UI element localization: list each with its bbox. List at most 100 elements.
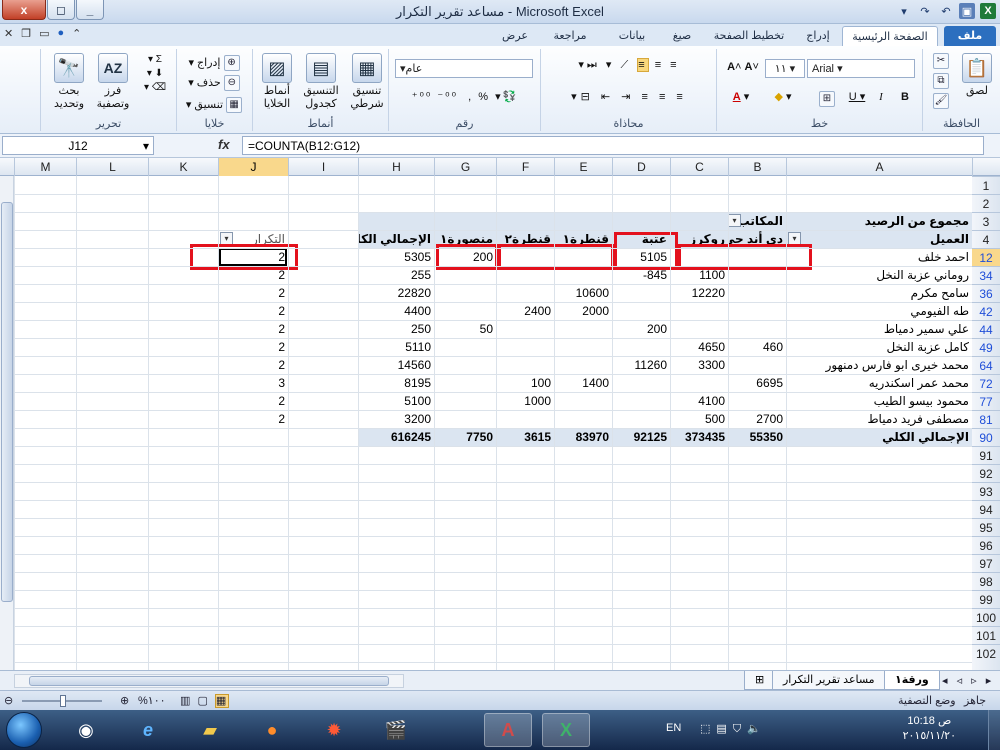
pivot-value[interactable] — [496, 320, 554, 338]
column-header-g[interactable]: G — [434, 158, 496, 176]
pivot-value[interactable] — [496, 338, 554, 356]
italic-button[interactable]: I — [871, 91, 891, 104]
pivot-value[interactable] — [496, 410, 554, 428]
clock[interactable]: 10:18 ص ٢٠١٥/١١/٢٠ — [903, 714, 956, 744]
pivot-value[interactable]: 100 — [496, 374, 554, 392]
pivot-value[interactable]: 14560 — [358, 356, 434, 374]
close-workbook-icon[interactable]: ✕ — [4, 27, 13, 40]
row-header-4[interactable]: 4 — [972, 230, 1000, 248]
pivot-value[interactable] — [554, 320, 612, 338]
repeat-count[interactable]: 2 — [218, 392, 288, 410]
pivot-value[interactable]: 5100 — [358, 392, 434, 410]
pivot-value[interactable] — [728, 392, 786, 410]
name-box[interactable]: J12 ▾ — [2, 136, 154, 155]
start-button[interactable] — [6, 712, 42, 748]
worksheet-grid[interactable]: ABCDEFGHIJKLM 1 2 3 4 12 34 36 42 44 49 64 72 77 81 90… — [0, 158, 1000, 670]
row-header-95[interactable]: 95 — [972, 518, 1000, 536]
insert-function-icon[interactable]: fx — [218, 137, 230, 152]
pivot-value[interactable] — [728, 284, 786, 302]
row-header-81[interactable]: 81 — [972, 410, 1000, 428]
pivot-value[interactable]: 255 — [358, 266, 434, 284]
pivot-value[interactable]: 2000 — [554, 302, 612, 320]
pivot-total-value[interactable]: 3615 — [496, 428, 554, 446]
video-taskbar-button[interactable]: 🎬 — [372, 713, 420, 747]
row-header-102[interactable]: 102 — [972, 644, 1000, 662]
pivot-value[interactable]: 1400 — [554, 374, 612, 392]
pivot-row-name[interactable]: محمد عمر اسكندريه — [786, 374, 972, 392]
zoom-in-button[interactable]: ⊕ — [120, 694, 129, 707]
pivot-value[interactable]: 5110 — [358, 338, 434, 356]
pivot-value[interactable] — [496, 356, 554, 374]
horizontal-align-buttons[interactable]: ▾⊟ ⇤ ⇥ ≡ ≡ ≡ — [549, 91, 709, 104]
tab-data[interactable]: بيانات — [604, 26, 660, 46]
pivot-value[interactable]: 4100 — [670, 392, 728, 410]
repeat-count[interactable]: 2 — [218, 284, 288, 302]
pivot-value[interactable]: 22820 — [358, 284, 434, 302]
columns-filter-dropdown[interactable]: ▾ — [728, 214, 741, 227]
format-as-table-button[interactable]: ▤ التنسيق كجدول — [299, 53, 343, 111]
borders-button[interactable]: ⊞ — [813, 91, 841, 107]
sort-filter-button[interactable]: AZ فرز وتصفية — [91, 53, 135, 111]
zoom-level[interactable]: %١٠٠ — [138, 694, 166, 707]
vertical-scrollbar[interactable] — [0, 176, 14, 670]
pivot-value[interactable] — [554, 356, 612, 374]
pivot-value[interactable]: 2700 — [728, 410, 786, 428]
row-header-99[interactable]: 99 — [972, 590, 1000, 608]
column-header-m[interactable]: M — [14, 158, 76, 176]
zoom-out-button[interactable]: ⊖ — [4, 694, 13, 707]
pivot-value[interactable]: 460 — [728, 338, 786, 356]
show-desktop-button[interactable] — [988, 710, 1000, 750]
paste-button[interactable]: 📋 لصق — [957, 53, 997, 98]
tab-formulas[interactable]: صيغ — [664, 26, 700, 46]
row-header-100[interactable]: 100 — [972, 608, 1000, 626]
formula-input[interactable]: =COUNTA(B12:G12) — [242, 136, 984, 155]
find-select-button[interactable]: 🔭 بحث وتحديد — [47, 53, 91, 111]
redo-icon[interactable]: ↷ — [917, 3, 933, 19]
pivot-value[interactable] — [728, 302, 786, 320]
format-cells-button[interactable]: ▾ تنسيق ▦ — [179, 97, 249, 113]
pivot-total-value[interactable]: 55350 — [728, 428, 786, 446]
pivot-value[interactable] — [612, 374, 670, 392]
conditional-formatting-button[interactable]: ▦ تنسيق شرطي — [345, 53, 389, 111]
font-name-select[interactable]: Arial ▾ — [807, 59, 915, 78]
firefox-taskbar-button[interactable]: ● — [248, 713, 296, 747]
pivot-value[interactable] — [670, 302, 728, 320]
pivot-col-header[interactable]: الإجمالي الكلي — [358, 230, 434, 248]
tab-insert[interactable]: إدراج — [798, 26, 838, 46]
pivot-value[interactable] — [670, 374, 728, 392]
pivot-value[interactable] — [612, 338, 670, 356]
cut-button[interactable]: ✂ — [931, 53, 951, 69]
column-header-l[interactable]: L — [76, 158, 148, 176]
pivot-value[interactable] — [612, 284, 670, 302]
row-header-92[interactable]: 92 — [972, 464, 1000, 482]
row-header-44[interactable]: 44 — [972, 320, 1000, 338]
repeat-count[interactable]: 2 — [218, 338, 288, 356]
row-header-72[interactable]: 72 — [972, 374, 1000, 392]
undo-icon[interactable]: ↶ — [938, 3, 954, 19]
pivot-value[interactable]: 500 — [670, 410, 728, 428]
vertical-scroll-thumb[interactable] — [1, 202, 13, 602]
bold-button[interactable]: B — [895, 91, 915, 104]
pivot-value[interactable] — [434, 338, 496, 356]
customize-qat-icon[interactable]: ▾ — [896, 3, 912, 19]
pivot-value[interactable]: 2400 — [496, 302, 554, 320]
sheet-tab-sheet1[interactable]: ورقة١ — [884, 671, 940, 690]
column-header-h[interactable]: H — [358, 158, 434, 176]
row-header-64[interactable]: 64 — [972, 356, 1000, 374]
language-indicator[interactable]: EN — [666, 722, 681, 734]
pivot-value[interactable]: 8195 — [358, 374, 434, 392]
pivot-total-value[interactable]: 92125 — [612, 428, 670, 446]
pivot-row-name[interactable]: علي سمير دمياط — [786, 320, 972, 338]
pivot-value[interactable] — [434, 302, 496, 320]
row-header-12[interactable]: 12 — [972, 248, 1000, 266]
font-color-button[interactable]: A ▾ — [723, 91, 759, 104]
repeat-count[interactable]: 2 — [218, 302, 288, 320]
excel-taskbar-button[interactable]: X — [542, 713, 590, 747]
pivot-value[interactable] — [434, 410, 496, 428]
pivot-value[interactable] — [612, 410, 670, 428]
restore-workbook-icon[interactable]: ❐ — [21, 27, 31, 40]
repeat-count[interactable]: 3 — [218, 374, 288, 392]
pivot-value[interactable]: 3200 — [358, 410, 434, 428]
pivot-value[interactable] — [434, 284, 496, 302]
pivot-row-name[interactable]: طه الفيومي — [786, 302, 972, 320]
